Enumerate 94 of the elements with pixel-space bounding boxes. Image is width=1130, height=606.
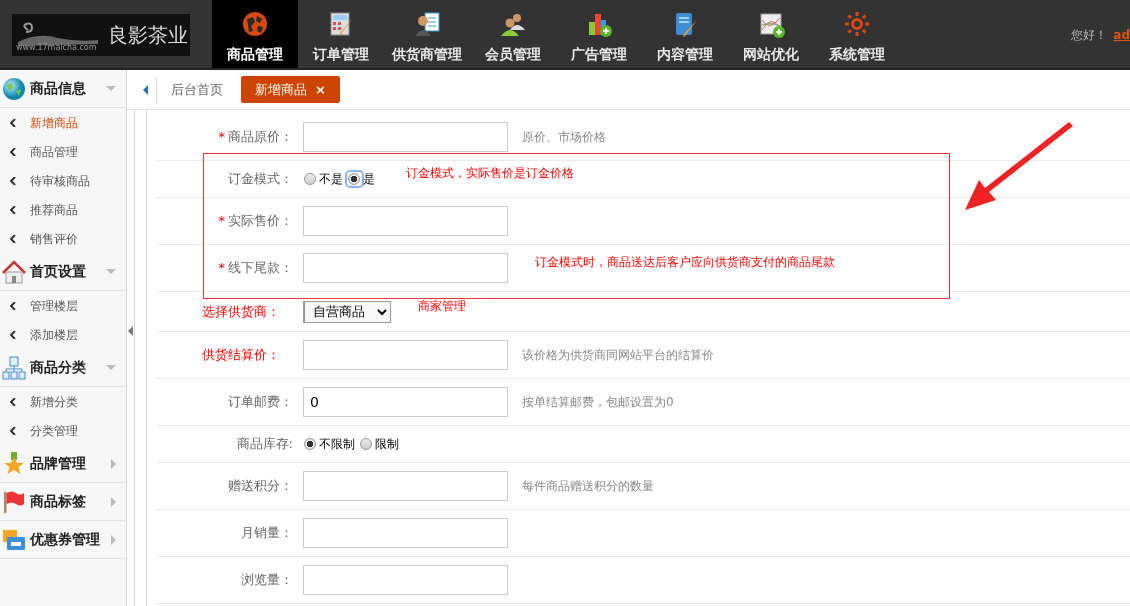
sidebar-group-title: 商品分类 <box>30 358 86 377</box>
field-label: 线下尾款： <box>228 260 293 276</box>
sidebar-item[interactable]: 商品管理 <box>0 137 126 166</box>
sidebar-group-title: 品牌管理 <box>30 454 86 473</box>
sidebar-group-title: 优惠券管理 <box>30 530 100 549</box>
sidebar-group-header[interactable]: 商品信息 <box>0 70 126 108</box>
chevron-left-icon <box>10 426 16 435</box>
hint-text: 按单结算邮费，包邮设置为0 <box>522 394 674 411</box>
nav-tab[interactable]: 会员管理 <box>470 0 556 68</box>
hint-text: 订金模式，实际售价是订金价格 <box>405 165 575 182</box>
hint-text: 订金模式时，商品送达后客户应向供货商支付的商品尾款 <box>534 254 836 271</box>
globe-icon <box>241 9 269 38</box>
caret-right-icon <box>111 496 116 507</box>
globe-icon <box>2 76 26 101</box>
text-input-field[interactable] <box>303 518 508 548</box>
nav-tab[interactable]: 广告管理 <box>556 0 642 68</box>
nav-tab[interactable]: 商品管理 <box>212 0 298 68</box>
collapse-arrow-icon <box>128 326 133 336</box>
sidebar-item[interactable]: 新增商品 <box>0 108 126 137</box>
caret-right-icon <box>111 534 116 545</box>
caret-down-icon <box>106 86 116 91</box>
chevron-left-icon <box>10 147 16 156</box>
hint-text: 原价、市场价格 <box>522 129 606 146</box>
radio-label: 是 <box>363 171 375 188</box>
star-ribbon-icon <box>2 451 26 476</box>
sidebar-item[interactable]: 推荐商品 <box>0 195 126 224</box>
sidebar-group-title: 商品信息 <box>30 79 86 98</box>
chevron-left-icon <box>10 234 16 243</box>
caret-right-icon <box>111 458 116 469</box>
radio-label: 限制 <box>375 436 399 453</box>
sidebar-group-header[interactable]: 首页设置 <box>0 253 126 291</box>
chevron-left-icon <box>10 118 16 127</box>
sidebar-item[interactable]: 新增分类 <box>0 387 126 416</box>
field-label: 选择供货商： <box>201 302 281 321</box>
tab[interactable]: 后台首页 <box>157 75 237 104</box>
required-asterisk: * <box>218 260 225 276</box>
hint-text: 每件商品赠送积分的数量 <box>522 478 654 495</box>
field-label: 实际售价： <box>228 213 293 229</box>
sidebar-group-header[interactable]: 品牌管理 <box>0 445 126 483</box>
field-label: 赠送积分： <box>228 478 293 494</box>
field-label: 月销量： <box>241 525 293 541</box>
field-label: 商品原价： <box>228 129 293 145</box>
field-label: 商品库存: <box>236 436 293 452</box>
sidebar-item[interactable]: 待审核商品 <box>0 166 126 195</box>
radio-button[interactable] <box>304 438 316 450</box>
settings-icon <box>843 9 871 38</box>
nav-tab[interactable]: 内容管理 <box>642 0 728 68</box>
field-label: 供货结算价： <box>201 346 281 365</box>
sidebar-item[interactable]: 分类管理 <box>0 416 126 445</box>
sidebar-group-header[interactable]: 商品标签 <box>0 483 126 521</box>
sidebar-item[interactable]: 管理楼层 <box>0 291 126 320</box>
caret-down-icon <box>106 269 116 274</box>
greeting-text: 您好！ <box>1071 27 1108 44</box>
supplier-dropdown[interactable]: 自营商品 <box>303 300 391 323</box>
text-input-field[interactable] <box>303 206 508 236</box>
caret-down-icon <box>106 365 116 370</box>
text-input-field[interactable] <box>303 340 508 370</box>
hint-text: 商家管理 <box>417 297 467 315</box>
person-document-icon <box>413 9 441 38</box>
arrow-left-icon <box>143 84 148 95</box>
required-asterisk: * <box>218 129 225 145</box>
sidebar-group-title: 首页设置 <box>30 262 86 281</box>
chevron-left-icon <box>10 330 16 339</box>
field-label: 浏览量： <box>241 572 293 588</box>
required-asterisk: * <box>218 213 225 229</box>
nav-tab[interactable]: 网站优化 <box>728 0 814 68</box>
nav-tab[interactable]: 系统管理 <box>814 0 900 68</box>
chevron-left-icon <box>10 397 16 406</box>
text-input-field[interactable] <box>303 471 508 501</box>
chevron-left-icon <box>10 205 16 214</box>
field-label: 订单邮费： <box>228 394 293 410</box>
radio-button[interactable] <box>360 438 372 450</box>
hierarchy-icon <box>2 355 26 380</box>
text-input-field[interactable] <box>303 122 508 152</box>
radio-label: 不限制 <box>319 436 355 453</box>
field-label: 订金模式： <box>228 171 293 187</box>
tab[interactable]: 新增商品 × <box>241 75 340 104</box>
chevron-left-icon <box>10 176 16 185</box>
sidebar-group-title: 商品标签 <box>30 492 86 511</box>
nav-tab[interactable]: 订单管理 <box>298 0 384 68</box>
hint-text: 该价格为供货商同网站平台的结算价 <box>522 347 714 364</box>
sidebar-item[interactable]: 销售评价 <box>0 224 126 253</box>
logo-brand-name: 良影茶业 <box>108 22 188 49</box>
chevron-left-icon <box>10 301 16 310</box>
nav-tab[interactable]: 供货商管理 <box>384 0 470 68</box>
text-input-field[interactable] <box>303 565 508 595</box>
radio-button[interactable] <box>304 173 316 185</box>
text-input-field[interactable] <box>303 253 508 283</box>
sidebar-item[interactable]: 添加楼层 <box>0 320 126 349</box>
radio-label: 不是 <box>319 171 343 188</box>
text-input-field[interactable]: 0 <box>303 387 508 417</box>
flag-icon <box>2 489 26 514</box>
sidebar-group-header[interactable]: 商品分类 <box>0 349 126 387</box>
sidebar-group-header[interactable]: 优惠券管理 <box>0 521 126 559</box>
